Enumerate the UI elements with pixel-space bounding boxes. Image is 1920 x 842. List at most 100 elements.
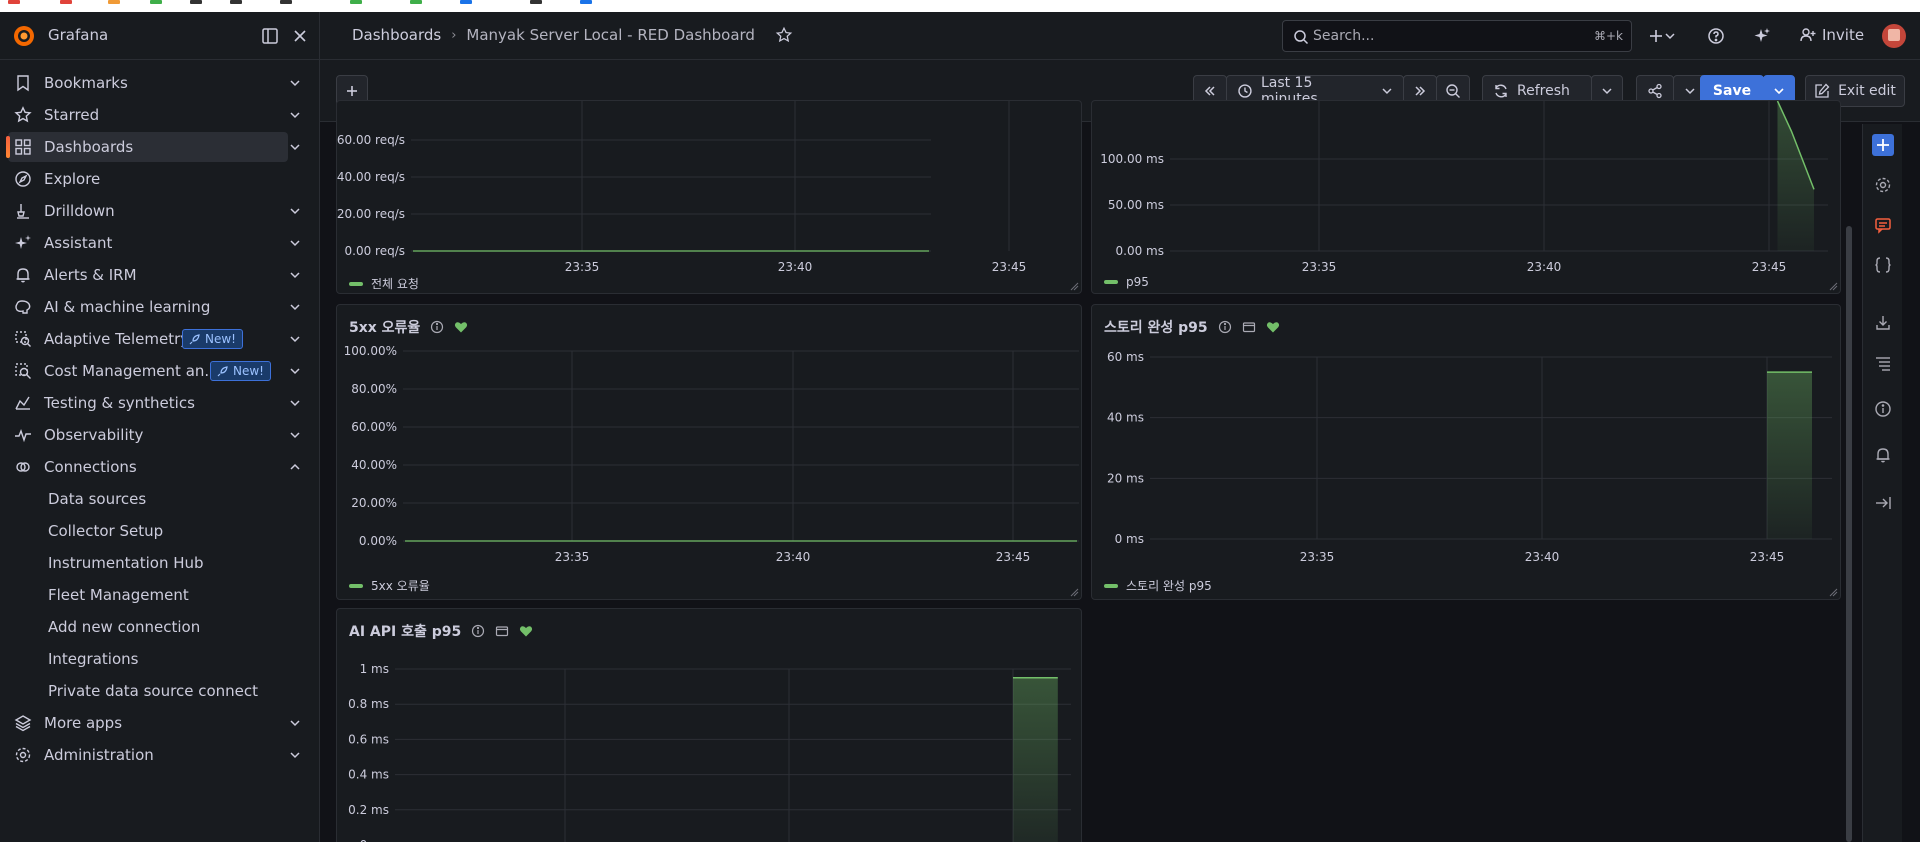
chevron-down-icon[interactable] [288, 396, 302, 410]
info-icon[interactable] [430, 320, 444, 334]
chevron-down-icon[interactable] [288, 268, 302, 282]
add-new-icon[interactable] [1646, 26, 1666, 46]
sidebar-item-more-apps[interactable]: More apps [8, 708, 300, 738]
panel-requests[interactable]: 0.00 req/s 20.00 req/s 40.00 req/s 60.00 re… [336, 100, 1082, 294]
sync-icon [1495, 84, 1507, 98]
resize-handle-icon[interactable] [1069, 281, 1079, 291]
sidebar-item-drilldown[interactable]: Drilldown [8, 196, 300, 226]
sidebar-subitem-data-sources[interactable]: Data sources [48, 490, 146, 508]
json-braces-icon[interactable] [1874, 256, 1892, 274]
info-circle-icon[interactable] [1874, 400, 1892, 418]
y-tick-label: 0.00 ms [1116, 244, 1164, 258]
legend-5xx-error-rate[interactable]: 5xx 오류율 [349, 577, 430, 594]
bell-icon[interactable] [1874, 446, 1892, 464]
comment-icon[interactable] [1874, 216, 1892, 234]
legend-label: 스토리 완성 p95 [1126, 579, 1212, 593]
legend-story-completion-p95[interactable]: 스토리 완성 p95 [1104, 577, 1212, 594]
resize-handle-icon[interactable] [1828, 281, 1838, 291]
sidebar-item-dashboards[interactable]: Dashboards [6, 132, 300, 162]
sidebar-item-explore[interactable]: Explore [8, 164, 288, 194]
chevron-down-icon[interactable] [288, 364, 302, 378]
sidebar-subitem-add-new-connection[interactable]: Add new connection [48, 618, 200, 636]
import-icon[interactable] [1874, 314, 1892, 332]
sidebar-item-bookmarks[interactable]: Bookmarks [8, 68, 300, 98]
sidebar-item-administration[interactable]: Administration [8, 740, 300, 770]
invite-button[interactable]: Invite [1800, 26, 1864, 44]
avatar[interactable] [1882, 24, 1906, 48]
star-icon[interactable] [775, 26, 793, 44]
add-icon[interactable] [1872, 134, 1894, 156]
sidebar-item-testing[interactable]: Testing & synthetics [8, 388, 300, 418]
drilldown-icon [17, 204, 29, 219]
bell-icon [16, 268, 30, 283]
sidebar-subitem-instrumentation-hub[interactable]: Instrumentation Hub [48, 554, 204, 572]
grafana-logo-icon[interactable] [12, 24, 36, 48]
dashboard-scrollbar[interactable] [1846, 226, 1852, 842]
resize-handle-icon[interactable] [1828, 587, 1838, 597]
dock-menu-icon[interactable] [260, 26, 280, 46]
panel-latency[interactable]: 0.00 ms 50.00 ms 100.00 ms 23:35 23:40 23:45 … [1091, 100, 1841, 294]
panel-title-text: 스토리 완성 p95 [1104, 320, 1208, 336]
chevron-down-icon[interactable] [288, 332, 302, 346]
x-tick-label: 23:35 [1300, 550, 1335, 564]
brain-icon [15, 300, 31, 314]
x-tick-label: 23:40 [778, 260, 813, 274]
help-icon[interactable] [1706, 26, 1726, 46]
sidebar-subitem-collector-setup[interactable]: Collector Setup [48, 522, 163, 540]
sidebar-subitem-private-data-source-connect[interactable]: Private data source connect [48, 682, 258, 700]
layers-icon [14, 715, 32, 732]
breadcrumb: Dashboards › Manyak Server Local - RED D… [352, 26, 793, 44]
sidebar-item-alerts[interactable]: Alerts & IRM [8, 260, 300, 290]
sidebar-item-label: Explore [44, 170, 101, 188]
sidebar-item-starred[interactable]: Starred [8, 100, 300, 130]
assistant-sparkle-icon[interactable] [1752, 26, 1772, 46]
invite-label: Invite [1822, 26, 1865, 44]
chevron-down-icon[interactable] [288, 204, 302, 218]
chevron-down-icon[interactable] [288, 428, 302, 442]
collapse-pane-icon[interactable] [1874, 494, 1892, 512]
sidebar-item-cost-management[interactable]: Cost Management an... New! [8, 356, 300, 386]
sidebar-item-ai-ml[interactable]: AI & machine learning [8, 292, 300, 322]
sidebar-subitem-integrations[interactable]: Integrations [48, 650, 138, 668]
chevron-down-icon[interactable] [288, 300, 302, 314]
library-panel-icon[interactable] [495, 624, 509, 638]
info-icon[interactable] [1218, 320, 1232, 334]
sidebar-item-label: Observability [44, 426, 144, 444]
legend-swatch [1104, 583, 1118, 588]
search-input[interactable]: Search... ⌘+k [1282, 20, 1632, 52]
chevron-up-icon[interactable] [288, 460, 302, 474]
heart-health-icon [1266, 322, 1279, 333]
panel-story-completion-p95[interactable]: 0 ms 20 ms 40 ms 60 ms 23:35 23:40 23:45 스토리 완… [1091, 304, 1841, 600]
zoom-out-icon [1446, 84, 1460, 98]
outline-list-icon[interactable] [1874, 354, 1892, 372]
sidebar-item-assistant[interactable]: Assistant [8, 228, 300, 258]
resize-handle-icon[interactable] [1069, 587, 1079, 597]
apps-icon [15, 139, 31, 155]
chevron-down-icon[interactable] [288, 108, 302, 122]
chevron-down-icon[interactable] [1664, 26, 1676, 46]
brand-name: Grafana [48, 26, 109, 44]
panel-ai-api-p95[interactable]: 0 ms 0.2 ms 0.4 ms 0.6 ms 0.8 ms 1 ms AI API … [336, 608, 1082, 842]
chevron-down-icon[interactable] [288, 716, 302, 730]
sidebar-header: Grafana [0, 12, 320, 60]
close-icon[interactable] [290, 26, 310, 46]
legend-latency[interactable]: p95 [1104, 275, 1149, 289]
panel-5xx-error-rate[interactable]: 0.00% 20.00% 40.00% 60.00% 80.00% 100.00% 23:3… [336, 304, 1082, 600]
settings-icon[interactable] [1874, 176, 1892, 194]
chevron-down-icon[interactable] [288, 236, 302, 250]
chart-latency: 0.00 ms 50.00 ms 100.00 ms 23:35 23:40 23:45 [1100, 101, 1828, 274]
sidebar-subitem-fleet-management[interactable]: Fleet Management [48, 586, 189, 604]
sidebar-item-adaptive-telemetry[interactable]: Adaptive Telemetry New! [8, 324, 300, 354]
y-tick-label: 40.00 req/s [337, 170, 405, 184]
sidebar-item-connections[interactable]: Connections [8, 452, 300, 482]
legend-requests[interactable]: 전체 요청 [349, 275, 419, 292]
sidebar-item-observability[interactable]: Observability [8, 420, 300, 450]
chevron-down-icon[interactable] [288, 76, 302, 90]
chevron-down-icon[interactable] [288, 748, 302, 762]
info-icon[interactable] [471, 624, 485, 638]
sidebar-item-label: Cost Management an... [44, 362, 219, 380]
library-panel-icon[interactable] [1242, 320, 1256, 334]
chart-story-completion-p95: 0 ms 20 ms 40 ms 60 ms 23:35 23:40 23:45 [1107, 350, 1832, 564]
breadcrumb-dashboards[interactable]: Dashboards [352, 26, 441, 44]
chevron-down-icon[interactable] [288, 140, 302, 154]
